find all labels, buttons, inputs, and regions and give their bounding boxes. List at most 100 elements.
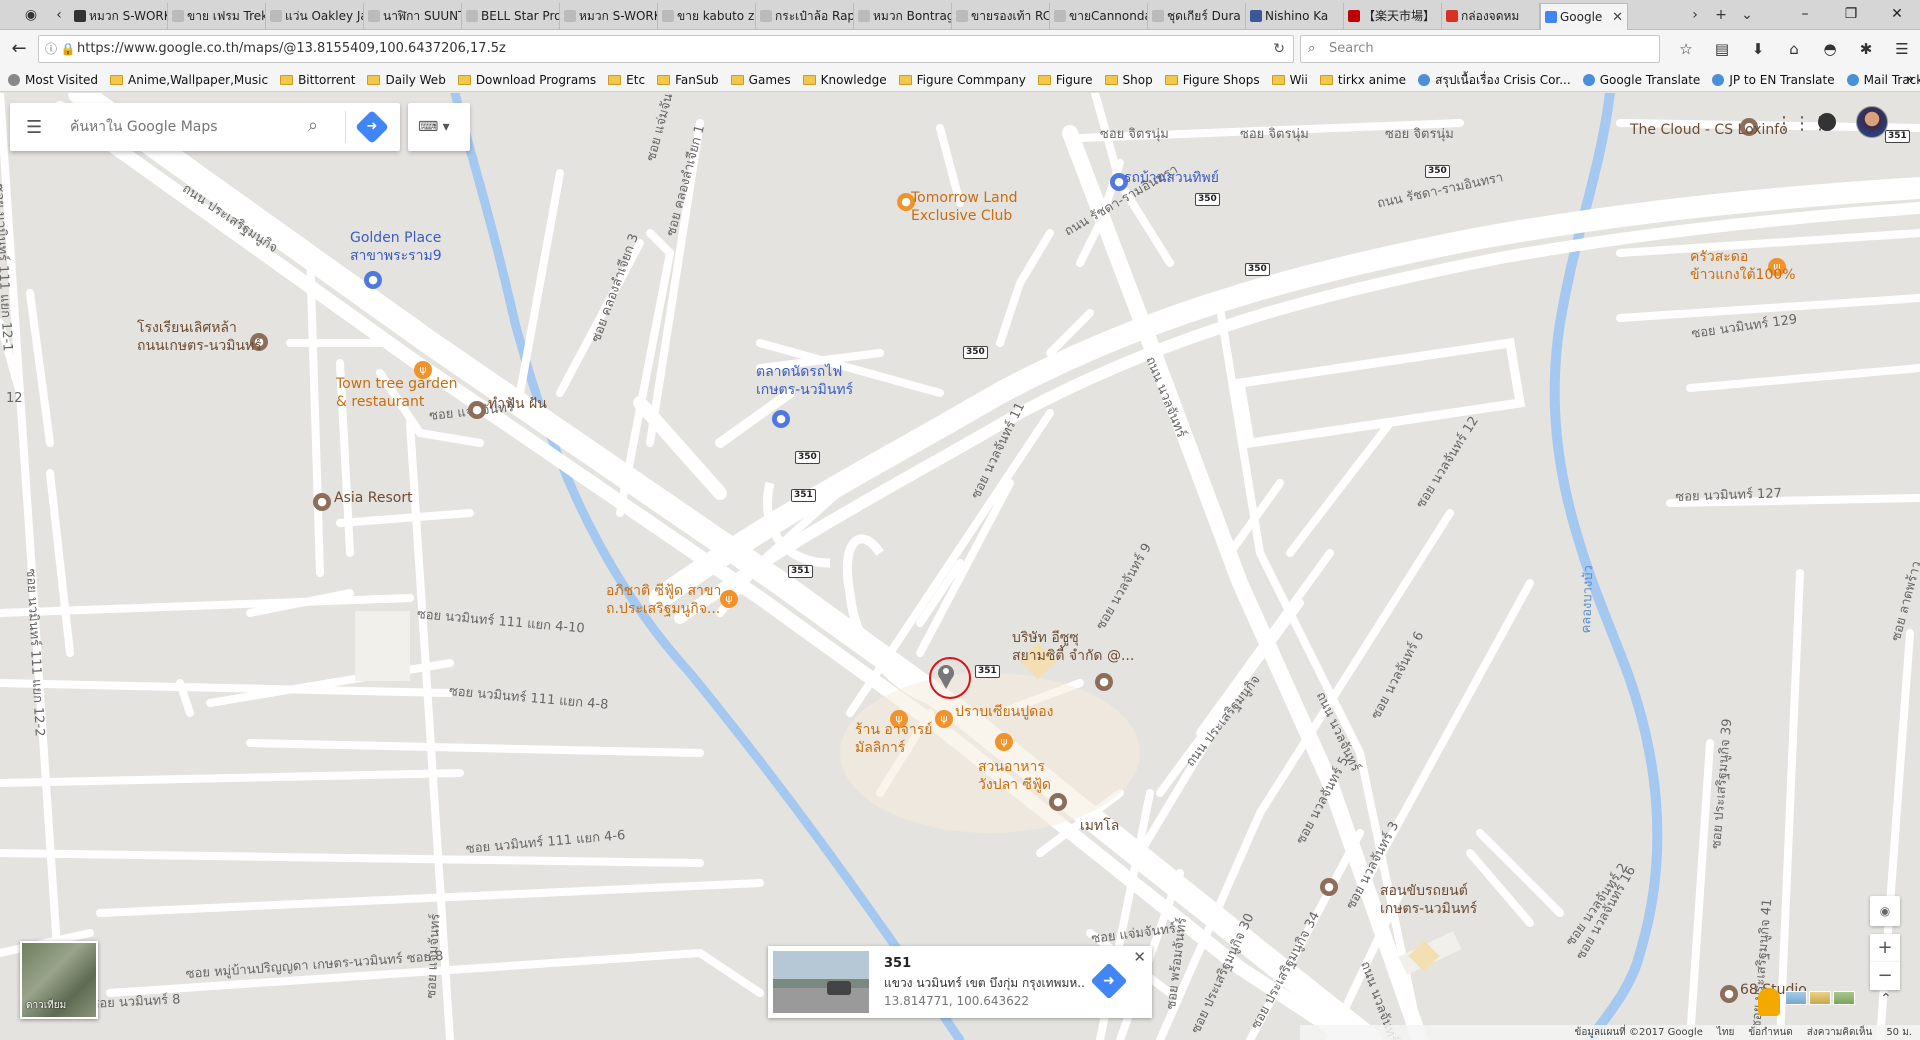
reload-icon[interactable]: ↻ (1273, 36, 1285, 62)
bookmark-item[interactable]: Most Visited (8, 68, 98, 91)
url-bar[interactable]: ⓘ 🔒 https://www.google.co.th/maps/@13.81… (38, 35, 1294, 63)
bookmark-item[interactable]: Bittorrent (280, 68, 355, 91)
expand-imagery-icon[interactable]: ⌃ (1880, 991, 1892, 1007)
hamburger-menu-icon[interactable]: ☰ (1884, 36, 1920, 62)
notifications-icon[interactable] (1818, 113, 1836, 131)
account-avatar[interactable] (1856, 106, 1888, 138)
browser-tab[interactable]: BELL Star Pro S (462, 3, 560, 30)
shopping-cart-icon[interactable]: ● (364, 271, 382, 289)
footer-item[interactable]: ส่งความคิดเห็น (1807, 1027, 1873, 1038)
maps-search-icon[interactable]: ⌕ (308, 115, 318, 136)
browser-tab[interactable]: ขาย kabuto zen (658, 3, 756, 30)
imagery-strip[interactable] (1785, 991, 1855, 1009)
browser-tab[interactable]: กระเป๋าล้อ Raph (756, 3, 854, 30)
place-card-close-icon[interactable]: ✕ (1133, 948, 1146, 966)
satellite-toggle[interactable]: ดาวเทียม (20, 941, 98, 1019)
poi-label[interactable]: ร้าน อาจารย์ มัลลิการ์ (855, 721, 932, 757)
place-icon[interactable]: ● (1720, 985, 1738, 1003)
pocket-icon[interactable]: ◓ (1812, 36, 1848, 62)
street-view-thumbnail[interactable] (773, 951, 869, 1013)
home-icon[interactable]: ⌂ (1776, 36, 1812, 62)
place-icon[interactable]: ● (1320, 878, 1338, 896)
browser-tab[interactable]: หมวก S-WORK (70, 3, 168, 30)
browser-tab-active[interactable]: Google ✕ (1540, 3, 1628, 30)
restaurant-icon[interactable]: ψ (720, 590, 738, 608)
browser-tab[interactable]: หมวก Bontrage (854, 3, 952, 30)
bookmark-item[interactable]: JP to EN Translate (1712, 68, 1835, 91)
browser-tab[interactable]: ชุดเกียร์ Dura ac (1148, 3, 1246, 30)
browser-tab[interactable]: ขายCannondal (1050, 3, 1148, 30)
bookmark-item[interactable]: Daily Web (367, 68, 446, 91)
browser-tab[interactable]: หมวก S-WORK (560, 3, 658, 30)
maps-menu-icon[interactable]: ☰ (26, 117, 42, 138)
place-icon[interactable]: ● (1095, 673, 1113, 691)
reading-list-icon[interactable]: ▤ (1704, 36, 1740, 62)
tab-scroll-right-icon[interactable]: › (1684, 4, 1706, 26)
browser-tab[interactable]: Nishino Ka (1246, 3, 1344, 30)
zoom-out-button[interactable]: − (1870, 962, 1900, 990)
poi-label[interactable]: รถบ้านสวนทิพย์ (1124, 169, 1219, 187)
extension-icon[interactable]: ✱ (1848, 36, 1884, 62)
firefox-menu-icon[interactable]: ◉ (20, 4, 42, 26)
browser-tab[interactable]: ขาย เฟรม Trek D (168, 3, 266, 30)
restaurant-icon[interactable]: ψ (995, 733, 1013, 751)
hotel-icon[interactable]: ● (313, 493, 331, 511)
poi-label[interactable]: บริษัท อีซูซุ สยามซิตี้ จำกัด @... (1012, 629, 1134, 665)
close-tab-icon[interactable]: ✕ (1612, 4, 1623, 30)
bookmark-item[interactable]: Figure Commpany (898, 68, 1026, 91)
bookmark-item[interactable]: Knowledge (802, 68, 887, 91)
browser-tab[interactable]: ขายรองเท้า RC9 (952, 3, 1050, 30)
poi-label[interactable]: สอนขับรถยนต์ เกษตร-นวมินทร์ (1380, 882, 1477, 918)
bookmark-item[interactable]: Games (730, 68, 791, 91)
zoom-in-button[interactable]: + (1870, 934, 1900, 962)
bookmark-item[interactable]: tirkx anime (1319, 68, 1406, 91)
poi-label[interactable]: Town tree garden & restaurant (336, 375, 457, 411)
poi-label[interactable]: ครัวสะดอ ข้าวแกงใต้100% (1690, 248, 1796, 284)
bookmark-item[interactable]: Figure (1037, 68, 1093, 91)
browser-tab[interactable]: นาฬิกา SUUNTO (364, 3, 462, 30)
maximize-icon[interactable]: ❐ (1828, 0, 1874, 30)
browser-tab[interactable]: 【楽天市場】 (1344, 3, 1442, 30)
bookmark-star-icon[interactable]: ☆ (1668, 36, 1704, 62)
pegman-icon[interactable] (1758, 988, 1780, 1016)
bookmarks-overflow-icon[interactable]: » (1906, 68, 1914, 92)
bookmark-item[interactable]: FanSub (657, 68, 719, 91)
footer-item[interactable]: 50 ม. (1886, 1027, 1912, 1038)
footer-item[interactable]: ไทย (1717, 1027, 1734, 1038)
map-canvas[interactable]: ถนน ประเสริฐมนูกิจ ถนน ประเสริฐมนูกิจ ถนน … (0, 93, 1920, 1040)
shopping-cart-icon[interactable]: ● (772, 410, 790, 428)
new-tab-icon[interactable]: + (1710, 4, 1732, 26)
restaurant-icon[interactable]: ψ (935, 710, 953, 728)
bookmark-item[interactable]: Google Translate (1582, 68, 1700, 91)
browser-tab[interactable]: แว่น Oakley Jaw (266, 3, 364, 30)
bookmark-item[interactable]: Wii (1271, 68, 1308, 91)
bank-icon[interactable]: ● (1049, 793, 1067, 811)
bookmark-item[interactable]: สรุปเนื้อเรื่อง Crisis Cor... (1418, 68, 1571, 91)
poi-label[interactable]: อภิชาติ ซีฟู้ด สาขา ถ.ประเสริฐมนูกิจ... (606, 582, 721, 618)
place-icon[interactable]: ● (468, 401, 486, 419)
poi-label[interactable]: ทำฟัน ฝัน (488, 395, 547, 413)
bookmark-item[interactable]: Shop (1104, 68, 1153, 91)
footer-item[interactable]: ข้อกำหนด (1748, 1027, 1792, 1038)
minimize-icon[interactable]: – (1782, 0, 1828, 30)
poi-label[interactable]: ตลาดนัดรถไฟ เกษตร-นวมินทร์ (756, 363, 853, 399)
bookmark-item[interactable]: Anime,Wallpaper,Music (110, 68, 268, 91)
poi-label[interactable]: The Cloud - CS Loxinfo (1630, 121, 1788, 139)
close-window-icon[interactable]: ✕ (1874, 0, 1920, 30)
site-info-icon[interactable]: ⓘ 🔒 (45, 36, 76, 62)
directions-icon[interactable]: ➜ (355, 110, 389, 144)
poi-label[interactable]: ปราบเซียนปูดอง (955, 703, 1053, 721)
input-tools-button[interactable]: ⌨ ▾ (408, 103, 470, 151)
tab-scroll-left-icon[interactable]: ‹ (48, 4, 70, 26)
browser-tab[interactable]: กล่องจดหม (1442, 3, 1540, 30)
bookmark-item[interactable]: Figure Shops (1164, 68, 1260, 91)
poi-label[interactable]: Asia Resort (334, 489, 413, 507)
place-card[interactable]: 351 แขวง นวมินทร์ เขต บึงกุ่ม กรุงเทพมห.… (768, 946, 1152, 1018)
maps-search-input[interactable] (68, 113, 298, 141)
tab-list-icon[interactable]: ⌄ (1736, 4, 1758, 26)
poi-label[interactable]: Golden Place สาขาพระราม9 (350, 229, 442, 265)
search-bar[interactable]: ⌕ Search (1300, 35, 1660, 63)
poi-label[interactable]: Tomorrow Land Exclusive Club (911, 189, 1018, 225)
download-icon[interactable]: ⬇ (1740, 36, 1776, 62)
poi-label[interactable]: สวนอาหาร วังปลา ซีฟู้ด (978, 758, 1051, 794)
